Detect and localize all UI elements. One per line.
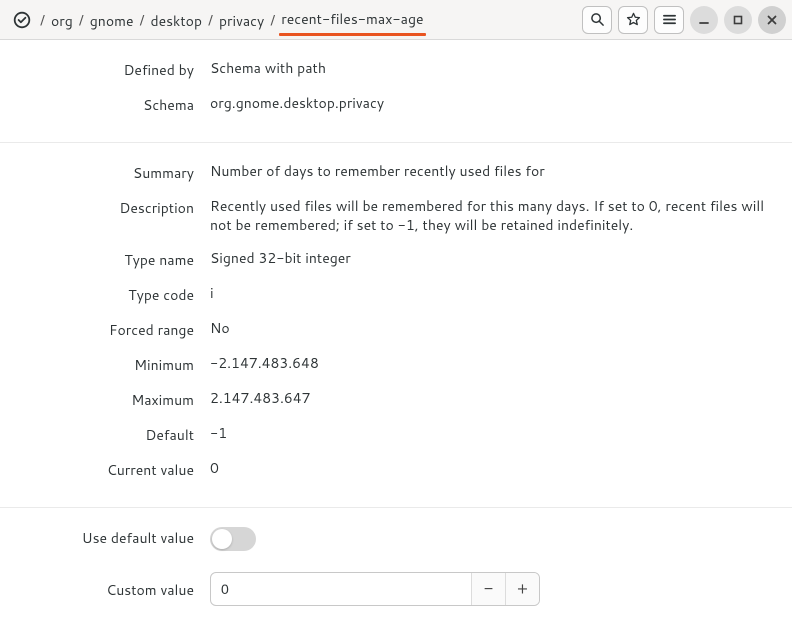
value-minimum: -2.147.483.648	[210, 354, 782, 373]
value-forced-range: No	[210, 319, 782, 338]
value-use-default	[210, 527, 782, 551]
breadcrumb-separator: /	[36, 10, 49, 30]
toggle-knob	[212, 529, 232, 549]
menu-button[interactable]	[654, 6, 684, 34]
minimize-icon	[698, 14, 710, 26]
row-minimum: Minimum -2.147.483.648	[10, 347, 782, 382]
search-button[interactable]	[582, 6, 612, 34]
bookmark-button[interactable]	[618, 6, 648, 34]
label-custom-value: Custom value	[10, 572, 210, 600]
content-area-controls: Use default value Custom value − +	[0, 508, 792, 633]
label-summary: Summary	[10, 162, 210, 183]
headerbar: / org / gnome / desktop / privacy / rece…	[0, 0, 792, 40]
row-summary: Summary Number of days to remember recen…	[10, 155, 782, 190]
value-type-name: Signed 32-bit integer	[210, 249, 782, 268]
hamburger-icon	[662, 12, 677, 27]
value-maximum: 2.147.483.647	[210, 389, 782, 408]
content-area-details: Summary Number of days to remember recen…	[0, 143, 792, 507]
row-description: Description Recently used files will be …	[10, 190, 782, 242]
row-forced-range: Forced range No	[10, 312, 782, 347]
breadcrumb-current-wrap: recent-files-max-age	[279, 3, 425, 36]
row-custom-value: Custom value − +	[10, 558, 782, 613]
breadcrumb-separator: /	[135, 10, 148, 30]
row-type-name: Type name Signed 32-bit integer	[10, 242, 782, 277]
breadcrumb-item-desktop[interactable]: desktop	[148, 5, 204, 35]
row-use-default: Use default value	[10, 520, 782, 558]
minus-icon: −	[484, 578, 493, 600]
value-schema: org.gnome.desktop.privacy	[210, 94, 782, 113]
value-summary: Number of days to remember recently used…	[210, 162, 782, 181]
star-icon	[626, 12, 641, 27]
plus-icon: +	[517, 578, 528, 600]
label-description: Description	[10, 197, 210, 218]
use-default-toggle[interactable]	[210, 527, 256, 551]
label-maximum: Maximum	[10, 389, 210, 410]
custom-value-input[interactable]	[211, 573, 471, 605]
window-minimize-button[interactable]	[690, 6, 718, 34]
value-default: -1	[210, 424, 782, 443]
label-minimum: Minimum	[10, 354, 210, 375]
breadcrumb-item-privacy[interactable]: privacy	[217, 5, 266, 35]
label-default: Default	[10, 424, 210, 445]
search-icon	[590, 12, 605, 27]
label-schema: Schema	[10, 94, 210, 115]
row-schema: Schema org.gnome.desktop.privacy	[10, 87, 782, 122]
increment-button[interactable]: +	[505, 573, 539, 605]
close-icon	[766, 14, 778, 26]
breadcrumb-item-org[interactable]: org	[49, 5, 75, 35]
decrement-button[interactable]: −	[471, 573, 505, 605]
custom-value-spinbutton: − +	[210, 572, 540, 606]
row-defined-by: Defined by Schema with path	[10, 52, 782, 87]
breadcrumb-separator: /	[204, 10, 217, 30]
label-use-default: Use default value	[10, 527, 210, 548]
window-maximize-button[interactable]	[724, 6, 752, 34]
label-defined-by: Defined by	[10, 59, 210, 80]
label-current-value: Current value	[10, 459, 210, 480]
breadcrumb-current[interactable]: recent-files-max-age	[279, 3, 425, 31]
row-default: Default -1	[10, 417, 782, 452]
breadcrumb-separator: /	[266, 10, 279, 30]
row-type-code: Type code i	[10, 277, 782, 312]
maximize-icon	[732, 14, 744, 26]
row-maximum: Maximum 2.147.483.647	[10, 382, 782, 417]
breadcrumb-active-underline	[279, 33, 425, 36]
label-type-name: Type name	[10, 249, 210, 270]
value-custom-value: − +	[210, 572, 782, 606]
dconf-app-icon[interactable]	[8, 11, 36, 29]
value-current-value: 0	[210, 459, 782, 478]
label-type-code: Type code	[10, 284, 210, 305]
window-close-button[interactable]	[758, 6, 786, 34]
breadcrumb-item-gnome[interactable]: gnome	[88, 5, 136, 35]
content-area: Defined by Schema with path Schema org.g…	[0, 40, 792, 142]
value-type-code: i	[210, 284, 782, 303]
toolbar-buttons	[582, 6, 786, 34]
breadcrumb-separator: /	[75, 10, 88, 30]
value-description: Recently used files will be remembered f…	[210, 197, 782, 235]
breadcrumb: / org / gnome / desktop / privacy / rece…	[6, 3, 578, 36]
label-forced-range: Forced range	[10, 319, 210, 340]
row-current-value: Current value 0	[10, 452, 782, 487]
value-defined-by: Schema with path	[210, 59, 782, 78]
